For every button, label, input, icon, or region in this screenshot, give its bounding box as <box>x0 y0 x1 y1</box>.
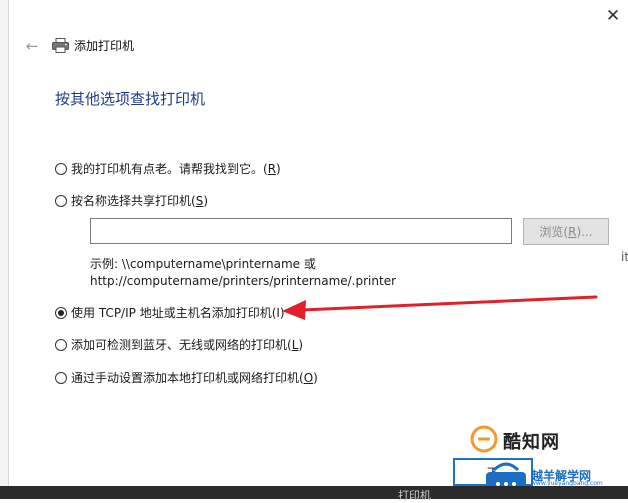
browse-accel: R <box>568 224 577 239</box>
example-line-1: 示例: \\computername\printername 或 <box>90 257 316 271</box>
background-taskbar <box>0 486 628 499</box>
option-label: 我的打印机有点老。请帮我找到它。( <box>71 162 268 176</box>
browse-label: 浏览( <box>539 225 569 239</box>
example-line-2: http://computername/printers/printername… <box>90 274 397 288</box>
option-accel: R <box>267 161 277 176</box>
option-label: 使用 TCP/IP 地址或主机名添加打印机(I) <box>71 306 285 320</box>
example-text: 示例: \\computername\printername 或 http://… <box>90 256 396 290</box>
radio-button[interactable] <box>55 371 67 384</box>
background-window-text: it <box>621 250 628 264</box>
printer-icon <box>52 38 69 53</box>
option-accel: S <box>195 193 204 208</box>
option-label: 添加可检测到蓝牙、无线或网络的打印机( <box>71 338 292 352</box>
option-shared-printer[interactable]: 按名称选择共享打印机(S) <box>55 192 208 209</box>
background-window-edge <box>0 0 9 499</box>
option-manual-local[interactable]: 通过手动设置添加本地打印机或网络打印机(O) <box>55 369 318 386</box>
radio-button[interactable] <box>55 162 67 175</box>
option-accel: O <box>303 370 314 385</box>
watermark-logo-text: 酷知网 <box>503 432 560 453</box>
option-label: 通过手动设置添加本地打印机或网络打印机( <box>71 371 304 385</box>
close-button[interactable]: ✕ <box>601 6 625 26</box>
background-taskbar-text: 打印机 <box>398 489 431 502</box>
option-label-end: ) <box>313 370 318 385</box>
option-old-printer[interactable]: 我的打印机有点老。请帮我找到它。(R) <box>55 160 281 177</box>
watermark-logo-icon <box>470 425 498 453</box>
option-label-end: ) <box>276 161 281 176</box>
radio-button[interactable] <box>55 338 67 351</box>
window-title: 添加打印机 <box>74 39 135 53</box>
option-bluetooth-wireless[interactable]: 添加可检测到蓝牙、无线或网络的打印机(L) <box>55 336 303 353</box>
option-label: 按名称选择共享打印机( <box>71 194 196 208</box>
share-printer-name-input[interactable] <box>90 218 512 244</box>
option-label-end: ) <box>203 193 208 208</box>
page-heading: 按其他选项查找打印机 <box>55 90 206 108</box>
radio-button[interactable] <box>55 194 67 207</box>
option-accel: L <box>291 337 299 352</box>
add-printer-dialog: ✕ ← 添加打印机 按其他选项查找打印机 我的打印机有点老。请帮我找到它。(R)… <box>9 0 620 486</box>
browse-label-end: )... <box>576 224 593 239</box>
radio-button-selected[interactable] <box>55 306 67 319</box>
browse-button[interactable]: 浏览(R)... <box>523 218 609 245</box>
back-arrow-icon[interactable]: ← <box>21 36 43 56</box>
option-tcpip[interactable]: 使用 TCP/IP 地址或主机名添加打印机(I) <box>55 304 285 321</box>
option-label-end: ) <box>298 337 304 352</box>
